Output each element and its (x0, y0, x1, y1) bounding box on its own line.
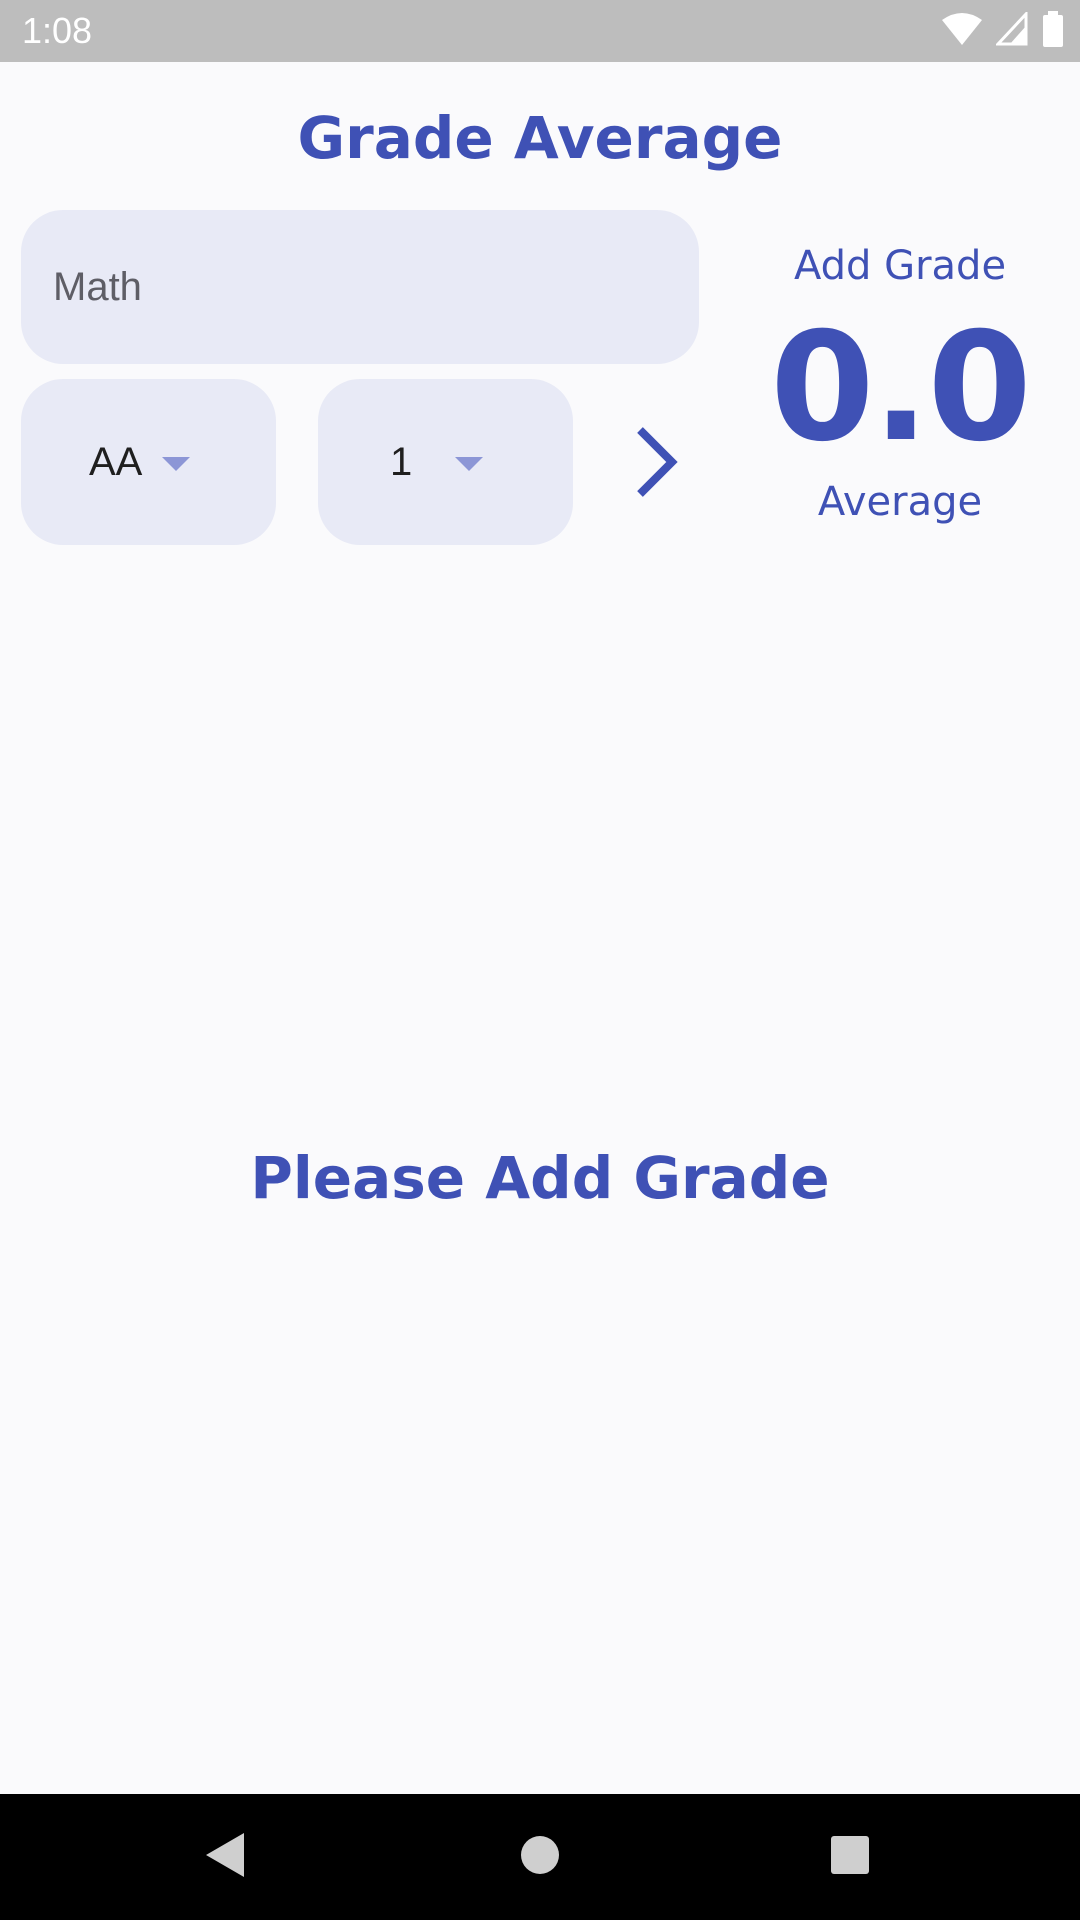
course-name-input[interactable] (21, 210, 699, 364)
empty-list-message: Please Add Grade (250, 1144, 830, 1212)
wifi-icon (942, 12, 982, 50)
chevron-right-icon (626, 427, 690, 504)
back-icon (204, 1831, 248, 1883)
credit-dropdown[interactable]: 1 (318, 379, 573, 545)
home-icon (520, 1835, 560, 1879)
add-grade-label: Add Grade (793, 243, 1007, 289)
navigation-bar (0, 1794, 1080, 1920)
page-title: Grade Average (297, 104, 783, 172)
recents-icon (830, 1835, 870, 1879)
status-time: 1:08 (22, 10, 93, 51)
status-bar: 1:08 (0, 0, 1080, 62)
letter-grade-dropdown[interactable]: AA (21, 379, 276, 545)
average-label: Average (817, 479, 983, 525)
letter-grade-value: AA (89, 440, 143, 484)
average-value: 0.0 (770, 301, 1032, 475)
status-icons (942, 10, 1064, 51)
battery-icon (1042, 11, 1064, 51)
back-button[interactable] (166, 1794, 286, 1920)
caret-down-icon (162, 457, 190, 471)
add-grade-button[interactable] (626, 424, 690, 500)
credit-value: 1 (390, 440, 413, 484)
caret-down-icon (455, 457, 483, 471)
cell-signal-icon (994, 10, 1028, 50)
recents-button[interactable] (790, 1794, 910, 1920)
home-button[interactable] (480, 1794, 600, 1920)
